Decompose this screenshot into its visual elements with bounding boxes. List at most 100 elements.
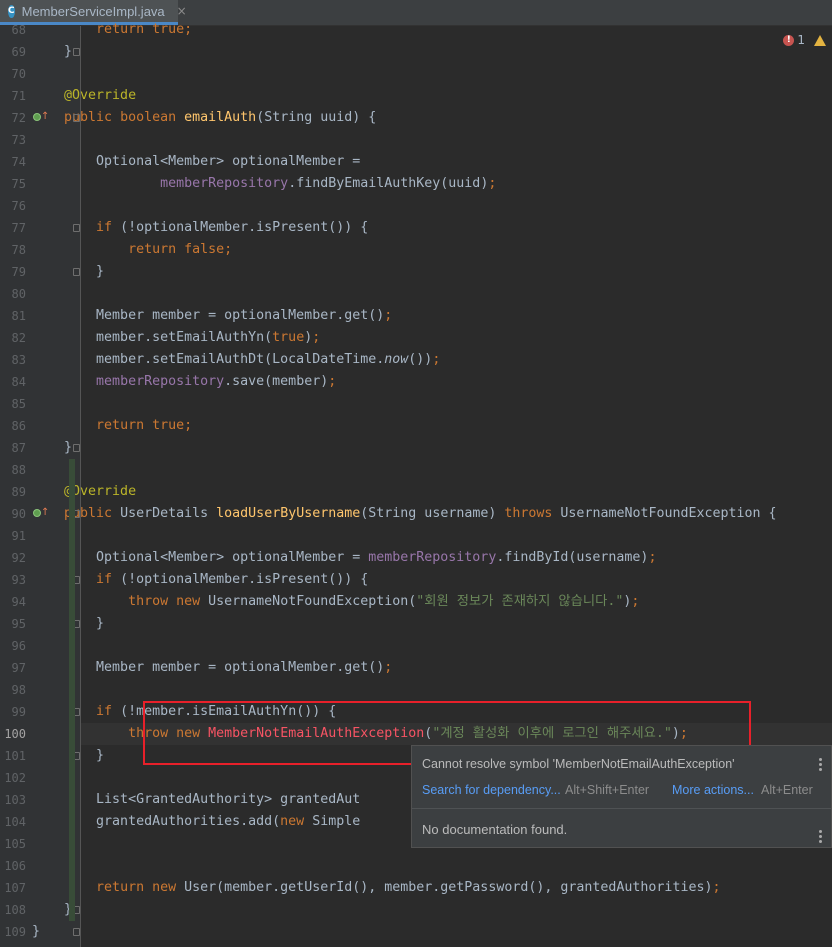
code-line[interactable]: 106	[0, 855, 832, 877]
search-dependency-shortcut: Alt+Shift+Enter	[565, 783, 650, 797]
code-line[interactable]: 85	[0, 393, 832, 415]
code-line[interactable]: 108 }	[0, 899, 832, 921]
code-line[interactable]: 80	[0, 283, 832, 305]
line-number: 68	[11, 23, 26, 37]
line-number: 108	[4, 903, 26, 917]
code-text: member.setEmailAuthYn(true);	[32, 330, 321, 345]
line-number: 98	[11, 683, 26, 697]
line-number: 104	[4, 815, 26, 829]
code-text: return new User(member.getUserId(), memb…	[96, 880, 721, 895]
code-line[interactable]: 78 return false;	[0, 239, 832, 261]
code-line[interactable]: 69 }	[0, 41, 832, 63]
code-text: @Override	[32, 88, 137, 103]
implements-method-icon[interactable]: ↑	[33, 111, 49, 123]
line-number: 103	[4, 793, 26, 807]
line-number: 88	[11, 463, 26, 477]
code-line[interactable]: 107 return new User(member.getUserId(), …	[0, 877, 832, 899]
line-number: 80	[11, 287, 26, 301]
line-number: 93	[11, 573, 26, 587]
fold-marker-icon[interactable]	[73, 268, 80, 276]
code-text: }	[32, 44, 73, 59]
code-text: @Override	[32, 484, 137, 499]
code-line[interactable]: 91	[0, 525, 832, 547]
code-line[interactable]: 95 }	[0, 613, 832, 635]
code-line[interactable]: 93 if (!optionalMember.isPresent()) {	[0, 569, 832, 591]
code-line[interactable]: 74 Optional<Member> optionalMember =	[0, 151, 832, 173]
line-number: 71	[11, 89, 26, 103]
code-text: public boolean emailAuth(String uuid) {	[64, 110, 377, 125]
line-number: 97	[11, 661, 26, 675]
search-dependency-link[interactable]: Search for dependency...	[422, 783, 561, 797]
kebab-menu-icon[interactable]	[819, 830, 823, 845]
line-number: 90	[11, 507, 26, 521]
code-line[interactable]: 83 member.setEmailAuthDt(LocalDateTime.n…	[0, 349, 832, 371]
line-number: 102	[4, 771, 26, 785]
line-number: 72	[11, 111, 26, 125]
code-text: Member member = optionalMember.get();	[32, 308, 393, 323]
code-line[interactable]: 79 }	[0, 261, 832, 283]
code-line[interactable]: 82 member.setEmailAuthYn(true);	[0, 327, 832, 349]
vcs-change-marker[interactable]	[69, 459, 75, 921]
line-number: 106	[4, 859, 26, 873]
implements-method-icon[interactable]: ↑	[33, 507, 49, 519]
line-number: 70	[11, 67, 26, 81]
line-number: 75	[11, 177, 26, 191]
fold-marker-icon[interactable]	[73, 48, 80, 56]
line-number: 79	[11, 265, 26, 279]
code-text: throw new UsernameNotFoundException("회원 …	[128, 594, 640, 609]
fold-marker-icon[interactable]	[73, 444, 80, 452]
line-number: 101	[4, 749, 26, 763]
code-line[interactable]: 88	[0, 459, 832, 481]
code-line[interactable]: 96	[0, 635, 832, 657]
line-number: 91	[11, 529, 26, 543]
warning-icon[interactable]	[814, 34, 826, 46]
line-number: 87	[11, 441, 26, 455]
line-number: 82	[11, 331, 26, 345]
line-number: 84	[11, 375, 26, 389]
code-line[interactable]: 68 return true;	[0, 19, 832, 41]
code-line[interactable]: 97 Member member = optionalMember.get();	[0, 657, 832, 679]
code-line[interactable]: 84 memberRepository.save(member);	[0, 371, 832, 393]
code-line[interactable]: 98	[0, 679, 832, 701]
more-actions-link[interactable]: More actions...	[672, 783, 754, 797]
line-number: 89	[11, 485, 26, 499]
code-line[interactable]: 71 @Override	[0, 85, 832, 107]
fold-marker-icon[interactable]	[73, 224, 80, 232]
code-line[interactable]: 81 Member member = optionalMember.get();	[0, 305, 832, 327]
code-line[interactable]: 77 if (!optionalMember.isPresent()) {	[0, 217, 832, 239]
code-line[interactable]: 86 return true;	[0, 415, 832, 437]
code-line[interactable]: 72 public boolean emailAuth(String uuid)…	[0, 107, 832, 129]
fold-marker-icon[interactable]	[73, 114, 80, 122]
more-actions-shortcut: Alt+Enter	[761, 783, 813, 797]
line-number: 105	[4, 837, 26, 851]
code-line[interactable]: 90 public UserDetails loadUserByUsername…	[0, 503, 832, 525]
code-line[interactable]: 92 Optional<Member> optionalMember = mem…	[0, 547, 832, 569]
code-line[interactable]: 89 @Override	[0, 481, 832, 503]
code-line[interactable]: 73	[0, 129, 832, 151]
code-text: return false;	[128, 242, 233, 257]
code-line[interactable]: 87 }	[0, 437, 832, 459]
code-text: if (!optionalMember.isPresent()) {	[96, 572, 369, 587]
line-number: 76	[11, 199, 26, 213]
kebab-menu-icon[interactable]	[819, 758, 823, 773]
line-number: 86	[11, 419, 26, 433]
line-number: 69	[11, 45, 26, 59]
code-line[interactable]: 70	[0, 63, 832, 85]
problems-indicator[interactable]: ! 1	[783, 33, 826, 47]
error-tooltip-popup: Cannot resolve symbol 'MemberNotEmailAut…	[411, 745, 832, 848]
code-line[interactable]: 75 memberRepository.findByEmailAuthKey(u…	[0, 173, 832, 195]
line-number: 81	[11, 309, 26, 323]
line-number: 109	[4, 925, 26, 939]
code-line[interactable]: 76	[0, 195, 832, 217]
code-line[interactable]: 94 throw new UsernameNotFoundException("…	[0, 591, 832, 613]
code-line[interactable]: 109}	[0, 921, 832, 943]
close-icon[interactable]: ×	[177, 4, 187, 18]
code-text: grantedAuthorities.add(new Simple	[32, 814, 361, 829]
popup-divider	[412, 808, 831, 809]
no-documentation-text: No documentation found.	[422, 822, 568, 837]
code-text: }	[32, 440, 73, 455]
line-number: 74	[11, 155, 26, 169]
code-text: return true;	[96, 418, 193, 433]
fold-marker-icon[interactable]	[73, 928, 80, 936]
error-icon: !	[783, 34, 795, 46]
